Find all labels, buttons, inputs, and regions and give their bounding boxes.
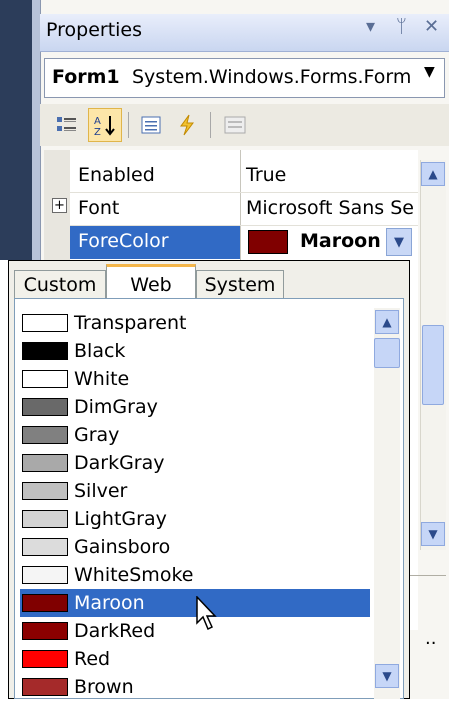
dropdown-arrow-icon[interactable]: ▾ (366, 16, 375, 37)
mouse-cursor-icon (196, 596, 217, 631)
property-name: ForeColor (78, 230, 169, 252)
property-value[interactable]: True (246, 164, 286, 186)
tab-label: Custom (23, 274, 97, 296)
color-swatch (22, 566, 68, 584)
close-icon[interactable]: ✕ (424, 16, 439, 37)
color-list-item[interactable]: White (20, 365, 370, 393)
categorized-icon[interactable] (50, 108, 84, 142)
color-label: Maroon (74, 592, 145, 614)
expand-icon[interactable]: + (52, 198, 67, 213)
color-swatch (22, 538, 68, 556)
color-label: Gainsboro (74, 536, 171, 558)
panel-title: Properties (46, 19, 143, 41)
color-list-item[interactable]: DimGray (20, 393, 370, 421)
color-label: Silver (74, 480, 128, 502)
tab-custom[interactable]: Custom (14, 270, 106, 300)
property-name: Enabled (78, 164, 155, 186)
tab-label: System (204, 274, 276, 296)
color-swatch (22, 454, 68, 472)
property-name: Font (78, 197, 120, 219)
color-list-item[interactable]: DarkRed (20, 617, 370, 645)
alphabetical-icon[interactable]: AZ (88, 108, 122, 142)
color-label: DarkRed (74, 620, 156, 642)
color-swatch (22, 622, 68, 640)
svg-text:A: A (94, 116, 101, 127)
property-value[interactable]: Microsoft Sans Se (246, 197, 414, 219)
toolbar-separator (210, 112, 211, 138)
color-label: Red (74, 648, 111, 670)
window-frame (0, 0, 32, 260)
pin-icon[interactable]: ᛘ (396, 16, 407, 37)
window-frame-inner (32, 0, 40, 260)
color-swatch (22, 510, 68, 528)
color-list-item[interactable]: Silver (20, 477, 370, 505)
scroll-down-icon[interactable]: ▼ (375, 664, 399, 688)
color-list-item[interactable]: LightGray (20, 505, 370, 533)
color-label: Gray (74, 424, 120, 446)
color-list-item[interactable]: Gray (20, 421, 370, 449)
more-text: .. (425, 628, 437, 649)
color-swatch (22, 678, 68, 696)
color-list-item[interactable]: Gainsboro (20, 533, 370, 561)
property-value[interactable]: Maroon (300, 230, 381, 252)
property-pages-icon[interactable] (218, 108, 252, 142)
color-swatch (22, 342, 68, 360)
toolbar-separator (128, 112, 129, 138)
color-list-item[interactable]: Brown (20, 673, 370, 701)
color-label: Brown (74, 676, 134, 698)
color-list-item[interactable]: Black (20, 337, 370, 365)
color-list-item[interactable]: DarkGray (20, 449, 370, 477)
color-swatch (248, 230, 288, 254)
color-label: LightGray (74, 508, 167, 530)
scroll-up-icon[interactable]: ▲ (375, 310, 399, 334)
properties-icon[interactable] (134, 108, 168, 142)
color-list-item[interactable]: Red (20, 645, 370, 673)
color-swatch (22, 314, 68, 332)
color-label: DimGray (74, 396, 158, 418)
object-name: Form1 (52, 66, 120, 88)
color-label: Black (74, 340, 126, 362)
color-list-item[interactable]: Maroon (20, 589, 370, 617)
tab-web[interactable]: Web (106, 264, 196, 302)
tab-label: Web (130, 273, 172, 296)
color-label: DarkGray (74, 452, 165, 474)
color-swatch (22, 370, 68, 388)
scroll-up-icon[interactable]: ▲ (421, 162, 445, 186)
color-label: White (74, 368, 130, 390)
color-list-item[interactable]: Transparent (20, 309, 370, 337)
events-icon[interactable] (170, 108, 204, 142)
svg-text:Z: Z (94, 127, 101, 137)
scroll-thumb[interactable] (374, 338, 400, 368)
color-swatch (22, 398, 68, 416)
color-list-item[interactable]: WhiteSmoke (20, 561, 370, 589)
tab-system[interactable]: System (196, 270, 284, 300)
color-label: WhiteSmoke (74, 564, 194, 586)
color-swatch (22, 426, 68, 444)
color-swatch (22, 650, 68, 668)
color-label: Transparent (74, 312, 187, 334)
scroll-down-icon[interactable]: ▼ (421, 522, 445, 546)
color-swatch (22, 594, 68, 612)
chevron-down-icon[interactable]: ▼ (386, 228, 412, 256)
color-swatch (22, 482, 68, 500)
chevron-down-icon[interactable]: ▼ (424, 64, 435, 80)
scroll-thumb[interactable] (422, 325, 444, 405)
object-type: System.Windows.Forms.Form (132, 66, 412, 88)
